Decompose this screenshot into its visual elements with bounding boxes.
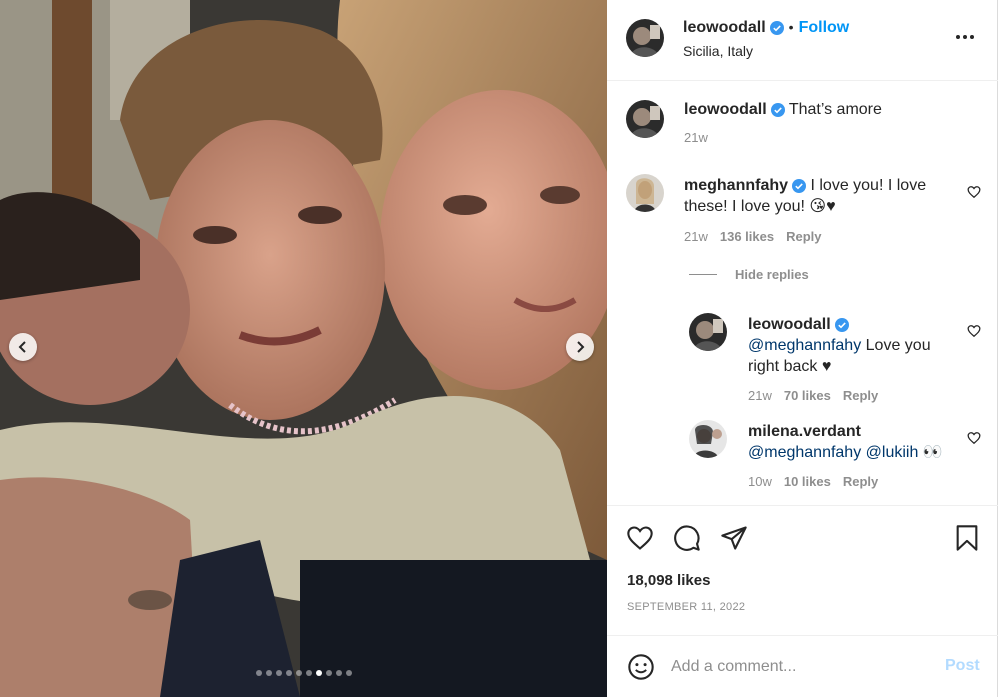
comment-button[interactable] bbox=[673, 524, 701, 552]
post-comment-button[interactable]: Post bbox=[945, 657, 980, 675]
comment-meghannfahy: meghannfahy I love you! I love these! I … bbox=[684, 175, 954, 217]
comment-text: I love you! I love bbox=[810, 177, 927, 194]
comment-input[interactable] bbox=[671, 654, 931, 680]
reply-likes[interactable]: 10 likes bbox=[784, 474, 831, 489]
next-slide-button[interactable] bbox=[566, 333, 594, 361]
carousel-dot bbox=[305, 670, 312, 676]
previous-slide-button[interactable] bbox=[9, 333, 37, 361]
bookmark-icon bbox=[956, 525, 978, 551]
comment-icon bbox=[674, 525, 700, 551]
reply-avatar-leowoodall[interactable] bbox=[689, 313, 727, 351]
comment-likes[interactable]: 136 likes bbox=[720, 229, 774, 244]
author-line: leowoodall • Follow bbox=[683, 19, 849, 37]
reply-milena-verdant: milena.verdant @meghannfahy @lukiih 👀 bbox=[748, 421, 963, 463]
post-date[interactable]: SEPTEMBER 11, 2022 bbox=[627, 601, 745, 613]
reply-likes[interactable]: 70 likes bbox=[784, 388, 831, 403]
carousel-dot bbox=[255, 670, 262, 676]
verified-badge-icon bbox=[769, 20, 784, 35]
hide-replies-label: Hide replies bbox=[735, 267, 809, 282]
heart-icon bbox=[967, 325, 981, 338]
post-image bbox=[0, 0, 607, 697]
reply-text: Love you bbox=[861, 337, 931, 354]
comments-section: leowoodall That’s amore 21w meghannfahy … bbox=[607, 81, 998, 505]
reply-time[interactable]: 21w bbox=[748, 388, 772, 403]
mention-link[interactable]: @lukiih bbox=[866, 444, 919, 461]
carousel-dot bbox=[315, 670, 322, 676]
add-comment-bar: Post bbox=[607, 635, 998, 697]
chevron-left-icon bbox=[18, 341, 26, 353]
separator-bullet: • bbox=[788, 19, 794, 35]
post-details-pane: leowoodall • Follow Sicilia, Italy leowood… bbox=[607, 0, 998, 697]
reply-button[interactable]: Reply bbox=[786, 229, 821, 244]
post-photo bbox=[0, 0, 607, 697]
divider-line bbox=[689, 274, 717, 275]
save-button[interactable] bbox=[953, 524, 981, 552]
author-username[interactable]: leowoodall bbox=[683, 19, 766, 36]
caption: leowoodall That’s amore bbox=[684, 99, 882, 120]
caption-meta: 21w bbox=[684, 130, 708, 145]
share-button[interactable] bbox=[720, 524, 748, 552]
carousel-dot bbox=[295, 670, 302, 676]
heart-icon bbox=[967, 432, 981, 445]
comment-meta: 21w 136 likes Reply bbox=[684, 229, 821, 244]
carousel-dot bbox=[335, 670, 342, 676]
like-reply-button[interactable] bbox=[967, 324, 981, 338]
mention-link[interactable]: @meghannfahy bbox=[748, 337, 861, 354]
more-options-button[interactable] bbox=[955, 27, 975, 47]
caption-username[interactable]: leowoodall bbox=[684, 101, 767, 118]
reply-emoji: 👀 bbox=[918, 444, 943, 461]
reply-username[interactable]: leowoodall bbox=[748, 316, 831, 333]
carousel-dot bbox=[325, 670, 332, 676]
reply-leowoodall: leowoodall @meghannfahy Love you right b… bbox=[748, 314, 958, 377]
caption-time[interactable]: 21w bbox=[684, 130, 708, 145]
verified-badge-icon bbox=[770, 102, 785, 117]
mention-link[interactable]: @meghannfahy bbox=[748, 444, 861, 461]
reply-username[interactable]: milena.verdant bbox=[748, 423, 861, 440]
more-options-icon bbox=[956, 35, 974, 39]
like-reply-button[interactable] bbox=[967, 431, 981, 445]
chevron-right-icon bbox=[577, 341, 585, 353]
carousel-dot bbox=[275, 670, 282, 676]
reply-button[interactable]: Reply bbox=[843, 388, 878, 403]
like-button[interactable] bbox=[626, 524, 654, 552]
reply-meta: 10w 10 likes Reply bbox=[748, 474, 878, 489]
comment-text-cont: these! I love you! 😘♥ bbox=[684, 198, 836, 215]
comment-avatar-meghannfahy[interactable] bbox=[626, 174, 664, 212]
reply-button[interactable]: Reply bbox=[843, 474, 878, 489]
likes-count[interactable]: 18,098 likes bbox=[627, 572, 710, 589]
hide-replies-button[interactable]: Hide replies bbox=[689, 267, 809, 282]
carousel-dots bbox=[0, 670, 607, 676]
share-icon bbox=[721, 526, 747, 550]
post-location[interactable]: Sicilia, Italy bbox=[683, 43, 753, 59]
comment-username[interactable]: meghannfahy bbox=[684, 177, 788, 194]
post-header: leowoodall • Follow Sicilia, Italy bbox=[607, 0, 998, 81]
heart-icon bbox=[627, 526, 653, 550]
emoji-picker-button[interactable] bbox=[627, 653, 655, 681]
reply-text-cont: right back ♥ bbox=[748, 358, 832, 375]
author-avatar[interactable] bbox=[626, 19, 664, 57]
action-bar: 18,098 likes SEPTEMBER 11, 2022 bbox=[607, 505, 998, 635]
comment-time[interactable]: 21w bbox=[684, 229, 708, 244]
follow-button[interactable]: Follow bbox=[799, 19, 850, 36]
reply-time[interactable]: 10w bbox=[748, 474, 772, 489]
carousel-dot bbox=[265, 670, 272, 676]
verified-badge-icon bbox=[834, 317, 849, 332]
verified-badge-icon bbox=[792, 178, 807, 193]
heart-icon bbox=[967, 186, 981, 199]
reply-avatar-milena-verdant[interactable] bbox=[689, 420, 727, 458]
emoji-icon bbox=[628, 654, 654, 680]
like-comment-button[interactable] bbox=[967, 185, 981, 199]
carousel-dot bbox=[285, 670, 292, 676]
caption-avatar[interactable] bbox=[626, 100, 664, 138]
reply-meta: 21w 70 likes Reply bbox=[748, 388, 878, 403]
carousel-dot bbox=[345, 670, 352, 676]
caption-text: That’s amore bbox=[788, 101, 882, 118]
